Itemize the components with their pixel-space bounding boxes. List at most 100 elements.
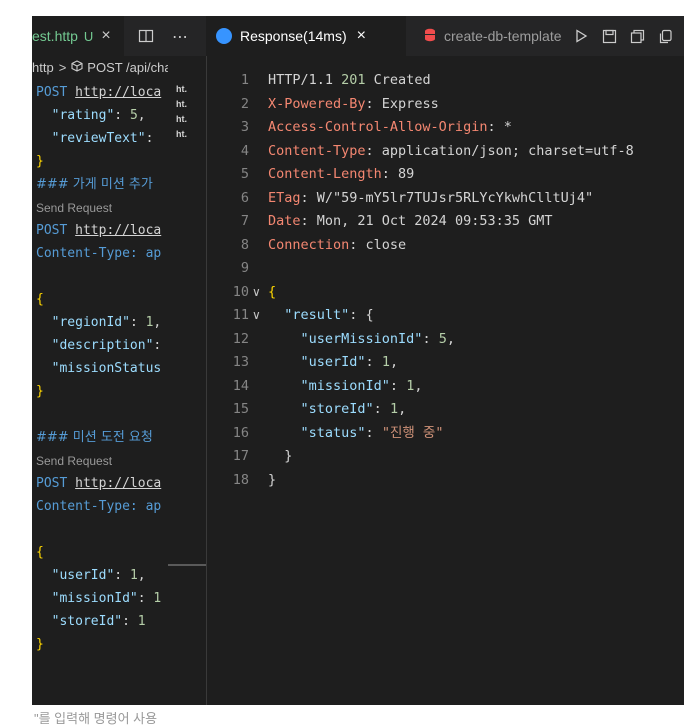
run-icon[interactable] bbox=[570, 16, 592, 56]
minimap-slider[interactable] bbox=[168, 564, 206, 566]
response-line: 16 "status": "진행 중" bbox=[207, 422, 684, 446]
untracked-badge: U bbox=[83, 28, 94, 44]
left-editor-pane[interactable]: http > POST /api/challen POST http://loc… bbox=[32, 56, 168, 705]
tab-response[interactable]: Response(14ms) × bbox=[206, 16, 406, 56]
breadcrumb-file[interactable]: http bbox=[32, 60, 54, 75]
response-pane[interactable]: 1 HTTP/1.1 201 Created 2 X-Powered-By: Expr… bbox=[207, 56, 684, 705]
code-line: "storeId": 1 bbox=[36, 611, 146, 633]
code-token: Access-Control-Allow-Origin bbox=[268, 119, 488, 135]
split-editor-icon[interactable] bbox=[134, 16, 158, 56]
code-token: 1 bbox=[381, 354, 390, 370]
json-brace: { bbox=[36, 545, 44, 560]
code-line: Send Request bbox=[36, 197, 112, 219]
header-name: Content-Type bbox=[36, 499, 130, 514]
response-line: 9 bbox=[207, 257, 684, 281]
code-token: } bbox=[268, 448, 293, 464]
tab-test-http[interactable]: est.http U × bbox=[32, 16, 124, 56]
code-line: ### 미션 도전 요청 bbox=[36, 427, 153, 449]
code-token: Content-Length bbox=[268, 166, 382, 182]
response-line: 7 Date: Mon, 21 Oct 2024 09:53:35 GMT bbox=[207, 210, 684, 234]
close-icon[interactable]: × bbox=[101, 27, 110, 45]
json-brace: } bbox=[36, 637, 44, 652]
json-value: 1 bbox=[137, 614, 146, 629]
minimap-line: ht. bbox=[176, 114, 187, 124]
send-request-link[interactable]: Send Request bbox=[36, 454, 112, 468]
breadcrumb: http > POST /api/challen bbox=[32, 56, 168, 78]
more-actions-icon[interactable]: ⋯ bbox=[168, 16, 192, 56]
code-token: "진행 중" bbox=[381, 424, 444, 441]
line-number: 14 bbox=[232, 377, 249, 394]
line-number: 3 bbox=[240, 119, 249, 135]
response-line: 1 HTTP/1.1 201 Created bbox=[207, 69, 684, 93]
punctuation: , bbox=[137, 108, 146, 123]
line-number: 1 bbox=[240, 72, 249, 88]
editor-window: est.http U × ⋯ Response(14ms) × create-d… bbox=[32, 16, 684, 705]
json-brace: } bbox=[36, 154, 44, 169]
request-url-link[interactable]: http://loca bbox=[75, 476, 161, 491]
request-comment: ### 가게 미션 추가 bbox=[36, 177, 153, 192]
minimap[interactable]: ht. ht. ht. ht. bbox=[168, 56, 207, 705]
code-line: "regionId": 1, bbox=[36, 312, 162, 334]
json-brace: } bbox=[36, 384, 44, 399]
code-token: "result" bbox=[284, 307, 350, 323]
minimap-line: ht. bbox=[176, 99, 187, 109]
code-line: "userId": 1, bbox=[36, 565, 146, 587]
line-number: 13 bbox=[232, 354, 249, 370]
code-token: } bbox=[268, 471, 277, 488]
breadcrumb-symbol[interactable]: POST /api/challen bbox=[87, 60, 168, 75]
line-number: 10 bbox=[232, 283, 249, 300]
punctuation: : bbox=[114, 108, 130, 123]
punctuation: , bbox=[137, 568, 146, 583]
json-value: 5 bbox=[129, 108, 138, 123]
open-changes-icon[interactable] bbox=[626, 16, 648, 56]
header-value: : ap bbox=[129, 499, 162, 514]
fold-chevron-icon[interactable]: ∨ bbox=[252, 281, 261, 305]
code-token: X-Powered-By bbox=[268, 95, 366, 112]
request-url-link[interactable]: http://loca bbox=[75, 223, 161, 238]
code-line: "missionId": 1 bbox=[36, 588, 162, 610]
line-number: 9 bbox=[240, 260, 249, 276]
split-editor-right-icon[interactable] bbox=[680, 16, 684, 56]
line-number: 12 bbox=[232, 330, 249, 347]
code-token: : * bbox=[487, 119, 512, 135]
right-tab-bar: Response(14ms) × create-db-template bbox=[206, 16, 684, 56]
http-method: POST bbox=[36, 223, 76, 238]
code-line: Send Request bbox=[36, 450, 112, 472]
response-line: 17 } bbox=[207, 445, 684, 469]
line-number: 11 bbox=[232, 307, 249, 323]
code-token: Connection bbox=[268, 236, 350, 253]
response-code: Access-Control-Allow-Origin: * bbox=[268, 116, 512, 140]
response-code: X-Powered-By: Express bbox=[268, 93, 439, 117]
json-key: "description" bbox=[51, 338, 154, 353]
json-key: "rating" bbox=[51, 108, 115, 123]
code-token: ETag bbox=[268, 189, 301, 206]
punctuation: : bbox=[153, 338, 162, 353]
minimap-line: ht. bbox=[176, 129, 187, 139]
code-token: : bbox=[365, 354, 382, 370]
fold-chevron-icon[interactable]: ∨ bbox=[252, 304, 261, 328]
code-line: "rating": 5, bbox=[36, 105, 146, 127]
send-request-link[interactable]: Send Request bbox=[36, 201, 112, 215]
tab-create-db-template-label: create-db-template bbox=[444, 28, 562, 44]
http-method: POST bbox=[36, 476, 76, 491]
response-code: HTTP/1.1 201 Created bbox=[268, 69, 431, 93]
tab-create-db-template[interactable]: create-db-template bbox=[410, 16, 568, 56]
code-token: 201 bbox=[341, 72, 366, 88]
punctuation: , bbox=[153, 315, 162, 330]
punctuation: : bbox=[145, 131, 162, 146]
punctuation: : bbox=[129, 315, 146, 330]
response-code: "userMissionId": 5, bbox=[268, 328, 455, 352]
code-token: : Mon, 21 Oct 2024 09:53:35 GMT bbox=[300, 213, 553, 229]
code-token: , bbox=[414, 377, 423, 394]
close-icon[interactable]: × bbox=[357, 27, 366, 45]
request-url-link[interactable]: http://loca bbox=[75, 85, 161, 100]
line-number: 6 bbox=[240, 189, 249, 206]
code-line: "reviewText": bbox=[36, 128, 161, 150]
code-token: : close bbox=[349, 236, 407, 253]
code-line: { bbox=[36, 289, 44, 311]
response-code: "status": "진행 중" bbox=[268, 422, 444, 446]
response-code: } bbox=[268, 469, 276, 493]
copy-icon[interactable] bbox=[654, 16, 676, 56]
save-icon[interactable] bbox=[598, 16, 620, 56]
code-token: Created bbox=[365, 72, 431, 88]
